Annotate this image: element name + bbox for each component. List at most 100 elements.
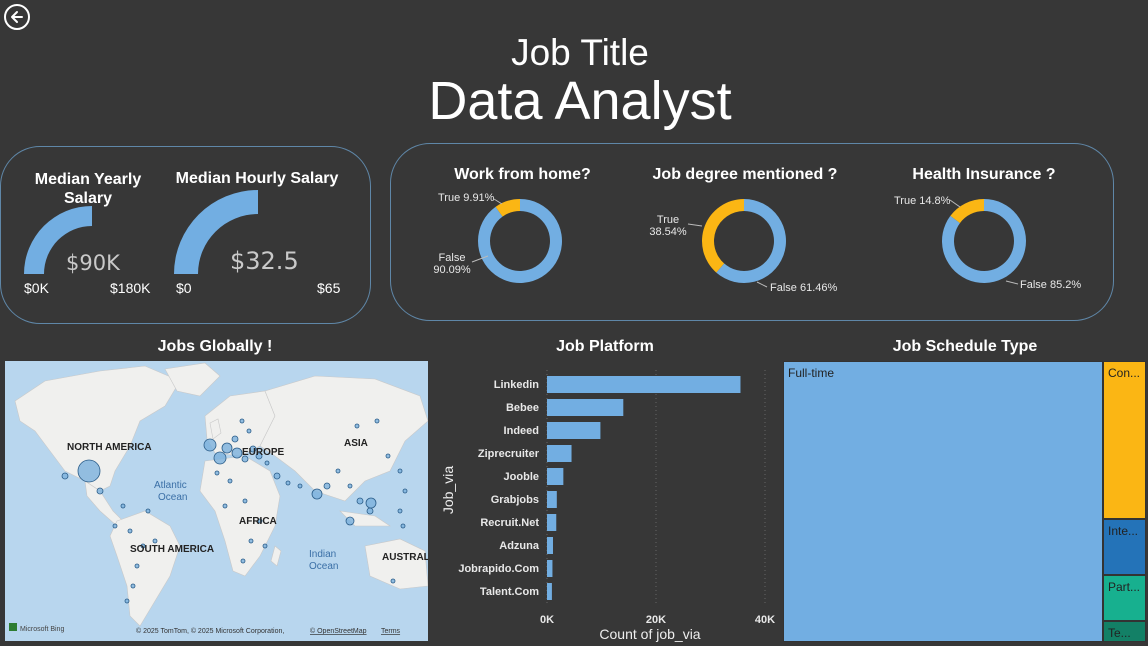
- treemap-tile-internship[interactable]: Inte...: [1103, 519, 1146, 575]
- job-location-marker[interactable]: [134, 563, 140, 569]
- treemap-tile-label: Con...: [1108, 366, 1141, 380]
- treemap-tile-label: Part...: [1108, 580, 1141, 594]
- map-label-atlantic-2: Ocean: [158, 492, 187, 503]
- donut-wfh-title: Work from home?: [454, 166, 591, 183]
- map-canvas: NORTH AMERICA EUROPE ASIA AFRICA SOUTH A…: [9, 362, 428, 635]
- bar-category-label: Jobrapido.Com: [458, 563, 539, 575]
- bar-indeed[interactable]: [547, 422, 601, 439]
- map-terms-link[interactable]: Terms: [381, 628, 401, 635]
- job-location-marker[interactable]: [240, 558, 246, 564]
- job-location-marker[interactable]: [356, 497, 364, 505]
- bar-grabjobs[interactable]: [547, 491, 557, 508]
- job-location-marker[interactable]: [390, 578, 396, 584]
- bar-chart-title: Job Platform: [556, 338, 654, 355]
- donut-health-title: Health Insurance ?: [912, 166, 1056, 183]
- treemap-tile-part-time[interactable]: Part...: [1103, 575, 1146, 621]
- donut-degree-chart: [702, 199, 786, 283]
- job-location-marker[interactable]: [285, 480, 291, 486]
- bar-linkedin[interactable]: [547, 376, 741, 393]
- job-location-marker[interactable]: [354, 423, 360, 429]
- job-location-marker[interactable]: [213, 451, 227, 465]
- map-osm-link[interactable]: © OpenStreetMap: [310, 627, 367, 635]
- job-location-marker[interactable]: [231, 447, 243, 459]
- map-logo-text: Microsoft Bing: [20, 626, 64, 633]
- treemap-tile-temp[interactable]: Te...: [1103, 621, 1146, 642]
- job-location-marker[interactable]: [127, 528, 133, 534]
- donut-degree-title: Job degree mentioned ?: [652, 166, 838, 183]
- donut-slice-true[interactable]: [950, 199, 984, 224]
- donut-health-true-label: True 14.8%: [894, 195, 951, 207]
- job-location-marker[interactable]: [231, 435, 239, 443]
- job-location-marker[interactable]: [385, 453, 391, 459]
- map-copyright: © 2025 TomTom, © 2025 Microsoft Corporat…: [136, 627, 284, 635]
- job-location-marker[interactable]: [61, 472, 69, 480]
- bar-recruit-net[interactable]: [547, 514, 557, 531]
- job-location-marker[interactable]: [239, 418, 245, 424]
- donut-slice-true[interactable]: [702, 199, 744, 273]
- map-label-south-america: SOUTH AMERICA: [130, 544, 214, 555]
- map-label-africa: AFRICA: [239, 516, 277, 527]
- job-location-marker[interactable]: [262, 543, 268, 549]
- bar-category-label: Jooble: [504, 471, 539, 483]
- job-location-marker[interactable]: [248, 538, 254, 544]
- donut-wfh-chart: [478, 199, 562, 283]
- job-location-marker[interactable]: [221, 442, 233, 454]
- job-location-marker[interactable]: [130, 583, 136, 589]
- yearly-salary-min: $0K: [24, 280, 49, 296]
- job-location-marker[interactable]: [400, 523, 406, 529]
- job-location-marker[interactable]: [264, 460, 270, 466]
- job-location-marker[interactable]: [273, 472, 281, 480]
- world-map[interactable]: NORTH AMERICA EUROPE ASIA AFRICA SOUTH A…: [5, 361, 428, 641]
- treemap-tile-contractor[interactable]: Con...: [1103, 361, 1146, 519]
- yearly-salary-max: $180K: [110, 280, 151, 296]
- job-location-marker[interactable]: [214, 470, 220, 476]
- job-location-marker[interactable]: [222, 503, 228, 509]
- job-location-marker[interactable]: [397, 508, 403, 514]
- job-location-marker[interactable]: [297, 483, 303, 489]
- job-location-marker[interactable]: [397, 468, 403, 474]
- job-location-marker[interactable]: [96, 487, 104, 495]
- job-location-marker[interactable]: [227, 478, 233, 484]
- job-location-marker[interactable]: [311, 488, 323, 500]
- job-location-marker[interactable]: [77, 459, 101, 483]
- job-location-marker[interactable]: [203, 438, 217, 452]
- job-location-marker[interactable]: [242, 498, 248, 504]
- page-title: Data Analyst: [428, 71, 732, 131]
- job-location-marker[interactable]: [323, 482, 331, 490]
- treemap-tile-full-time[interactable]: Full-time: [783, 361, 1103, 642]
- bar-talent-com[interactable]: [547, 583, 552, 600]
- bar-jobrapido-com[interactable]: [547, 560, 553, 577]
- job-location-marker[interactable]: [402, 488, 408, 494]
- bing-logo-icon: [9, 623, 17, 631]
- job-location-marker[interactable]: [365, 497, 377, 509]
- job-location-marker[interactable]: [124, 598, 130, 604]
- job-location-marker[interactable]: [152, 538, 158, 544]
- x-tick-label: 40K: [755, 614, 775, 626]
- donut-degree-false-label: False 61.46%: [770, 282, 838, 294]
- back-button[interactable]: [4, 4, 30, 30]
- bar-adzuna[interactable]: [547, 537, 553, 554]
- page-subtitle: Job Title: [511, 32, 649, 73]
- donut-degree-true-line2: 38.54%: [649, 226, 687, 238]
- job-location-marker[interactable]: [345, 516, 355, 526]
- job-location-marker[interactable]: [112, 523, 118, 529]
- x-tick-label: 0K: [540, 614, 554, 626]
- bar-jooble[interactable]: [547, 468, 564, 485]
- bar-category-label: Adzuna: [499, 540, 540, 552]
- map-label-indian-1: Indian: [309, 549, 336, 560]
- job-location-marker[interactable]: [145, 508, 151, 514]
- bar-ziprecruiter[interactable]: [547, 445, 572, 462]
- donut-wfh-false-label: False 90.09%: [430, 252, 474, 276]
- job-location-marker[interactable]: [335, 468, 341, 474]
- donut-degree-true-line1: True: [656, 214, 680, 226]
- bar-bebee[interactable]: [547, 399, 624, 416]
- job-location-marker[interactable]: [374, 418, 380, 424]
- job-location-marker[interactable]: [347, 483, 353, 489]
- bar-category-label: Linkedin: [494, 379, 540, 391]
- job-location-marker[interactable]: [366, 507, 374, 515]
- donut-degree-true-label: True 38.54%: [646, 214, 690, 238]
- job-location-marker[interactable]: [246, 428, 252, 434]
- donut-slice-false[interactable]: [478, 199, 562, 283]
- job-location-marker[interactable]: [120, 503, 126, 509]
- treemap-tile-label: Te...: [1108, 626, 1131, 640]
